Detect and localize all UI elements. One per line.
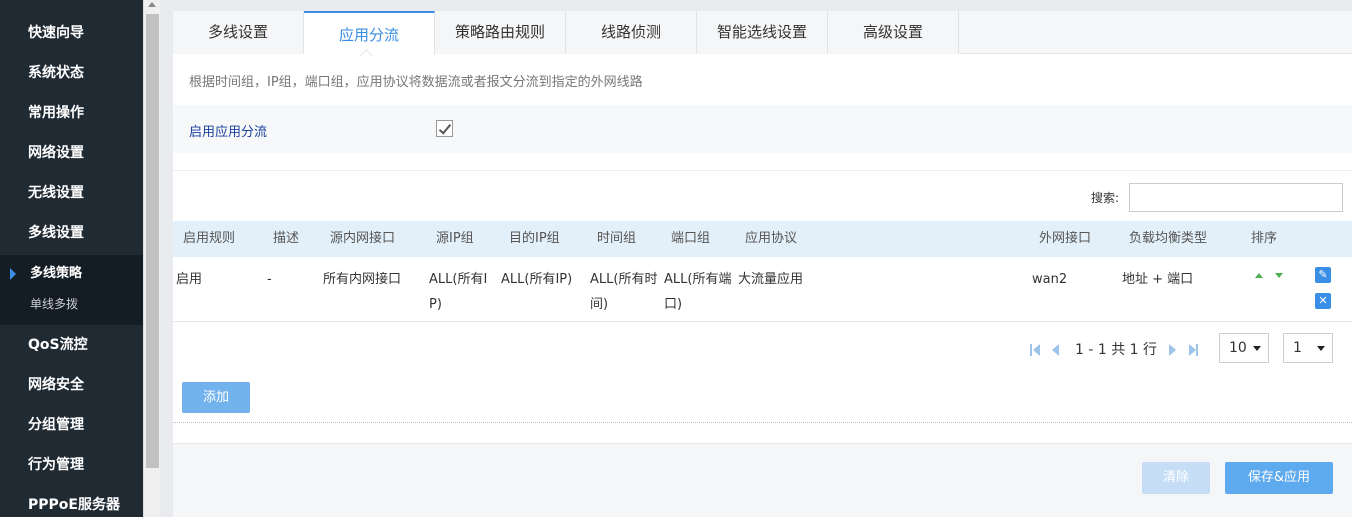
first-page-icon[interactable] [1033,344,1040,356]
nav-subgroup-multiline: 多线策略 单线多拨 [0,255,143,325]
save-apply-button[interactable]: 保存&应用 [1225,462,1333,494]
tab-bar: 多线设置 应用分流 策略路由规则 线路侦测 智能选线设置 高级设置 [173,11,1352,55]
cell-time-line1: ALL(所有时 [590,272,658,287]
search-input[interactable] [1129,183,1343,212]
nav-item-security[interactable]: 网络安全 [0,365,143,405]
col-time: 时间组 [597,231,637,246]
enable-app-split-checkbox[interactable] [436,120,453,137]
dotted-divider [173,422,1352,423]
cell-enabled: 启用 [176,272,203,287]
table-header: 启用规则 描述 源内网接口 源IP组 目的IP组 时间组 端口组 应用协议 外网… [173,221,1352,257]
cell-port: ALL(所有端 口) [664,267,731,317]
tab-advanced[interactable]: 高级设置 [828,11,959,54]
table-row[interactable]: 启用 - 所有内网接口 ALL(所有I P) ALL(所有IP) ALL(所有时… [173,257,1352,322]
scroll-thumb[interactable] [146,14,159,468]
col-enabled: 启用规则 [183,231,236,246]
cell-time: ALL(所有时 间) [590,267,657,317]
tab-app-split[interactable]: 应用分流 [304,11,435,55]
enable-app-split-label: 启用应用分流 [189,125,268,140]
cell-src-ip-line1: ALL(所有I [429,272,488,287]
page-number-select[interactable]: 1 [1283,333,1333,363]
nav-item-multiline[interactable]: 多线设置 [0,213,143,253]
nav-subitem-single-multidial[interactable]: 单线多拨 [0,289,143,319]
nav-item-qos[interactable]: QoS流控 [0,325,143,365]
add-button[interactable]: 添加 [182,382,250,413]
page-number-value: 1 [1293,340,1302,356]
page-description: 根据时间组，IP组，端口组，应用协议将数据流或者报文分流到指定的外网线路 [189,75,643,90]
cell-protocol: 大流量应用 [738,272,804,287]
move-down-icon[interactable] [1275,273,1283,278]
last-page-icon[interactable] [1189,344,1196,356]
col-port: 端口组 [671,231,711,246]
cell-wan: wan2 [1032,272,1068,287]
page-info: 1 - 1 共 1 行 [1075,342,1158,358]
col-lb-type: 负载均衡类型 [1129,231,1208,246]
cell-port-line2: 口) [664,297,683,312]
move-up-icon[interactable] [1255,273,1263,278]
chevron-down-icon [1317,346,1325,351]
pagination: 1 - 1 共 1 行 10 1 [173,333,1352,365]
nav-item-common-ops[interactable]: 常用操作 [0,93,143,133]
cell-desc: - [267,272,272,287]
nav-item-system-status[interactable]: 系统状态 [0,53,143,93]
cell-dst-ip: ALL(所有IP) [501,272,573,287]
chevron-down-icon [1253,346,1261,351]
col-protocol: 应用协议 [745,231,798,246]
col-src-ip: 源IP组 [436,231,474,246]
first-page-bar-icon[interactable] [1030,344,1032,356]
tab-multiline-settings[interactable]: 多线设置 [173,11,304,54]
scroll-up-arrow-icon[interactable] [148,2,156,7]
divider [173,170,1352,171]
sidebar-scrollbar[interactable] [143,0,160,517]
nav-item-network[interactable]: 网络设置 [0,133,143,173]
main-panel: 多线设置 应用分流 策略路由规则 线路侦测 智能选线设置 高级设置 根据时间组，… [173,11,1352,517]
nav-item-wireless[interactable]: 无线设置 [0,173,143,213]
nav-subitem-multiline-policy[interactable]: 多线策略 [0,259,143,289]
enable-row: 启用应用分流 [173,105,1352,153]
clear-button[interactable]: 清除 [1142,462,1210,494]
col-desc: 描述 [273,231,300,246]
nav-item-pppoe-server[interactable]: PPPoE服务器 [0,485,143,517]
nav-item-group-mgmt[interactable]: 分组管理 [0,405,143,445]
cell-port-line1: ALL(所有端 [664,272,732,287]
page-size-select[interactable]: 10 [1219,333,1269,363]
search-label: 搜索: [1091,191,1120,205]
cell-src-ip: ALL(所有I P) [429,267,487,317]
col-order: 排序 [1251,231,1278,246]
tab-policy-routing[interactable]: 策略路由规则 [435,11,566,54]
page-size-value: 10 [1229,340,1247,356]
col-src-iface: 源内网接口 [330,231,396,246]
last-page-bar-icon[interactable] [1196,344,1198,356]
next-page-icon[interactable] [1169,344,1176,356]
cell-src-ip-line2: P) [429,297,442,312]
sidebar: 快速向导 系统状态 常用操作 网络设置 无线设置 多线设置 多线策略 单线多拨 … [0,0,143,517]
nav-item-quick-guide[interactable]: 快速向导 [0,13,143,53]
cell-src-iface: 所有内网接口 [323,272,402,287]
cell-time-line2: 间) [590,297,609,312]
cell-lb-type: 地址 + 端口 [1122,272,1194,287]
prev-page-icon[interactable] [1052,344,1059,356]
delete-icon[interactable]: ✕ [1315,293,1331,309]
tab-smart-select[interactable]: 智能选线设置 [697,11,828,54]
footer-bar: 清除 保存&应用 [173,443,1352,517]
col-dst-ip: 目的IP组 [509,231,560,246]
col-wan: 外网接口 [1039,231,1092,246]
nav-item-behavior-mgmt[interactable]: 行为管理 [0,445,143,485]
tab-line-detect[interactable]: 线路侦测 [566,11,697,54]
edit-icon[interactable]: ✎ [1315,267,1331,283]
